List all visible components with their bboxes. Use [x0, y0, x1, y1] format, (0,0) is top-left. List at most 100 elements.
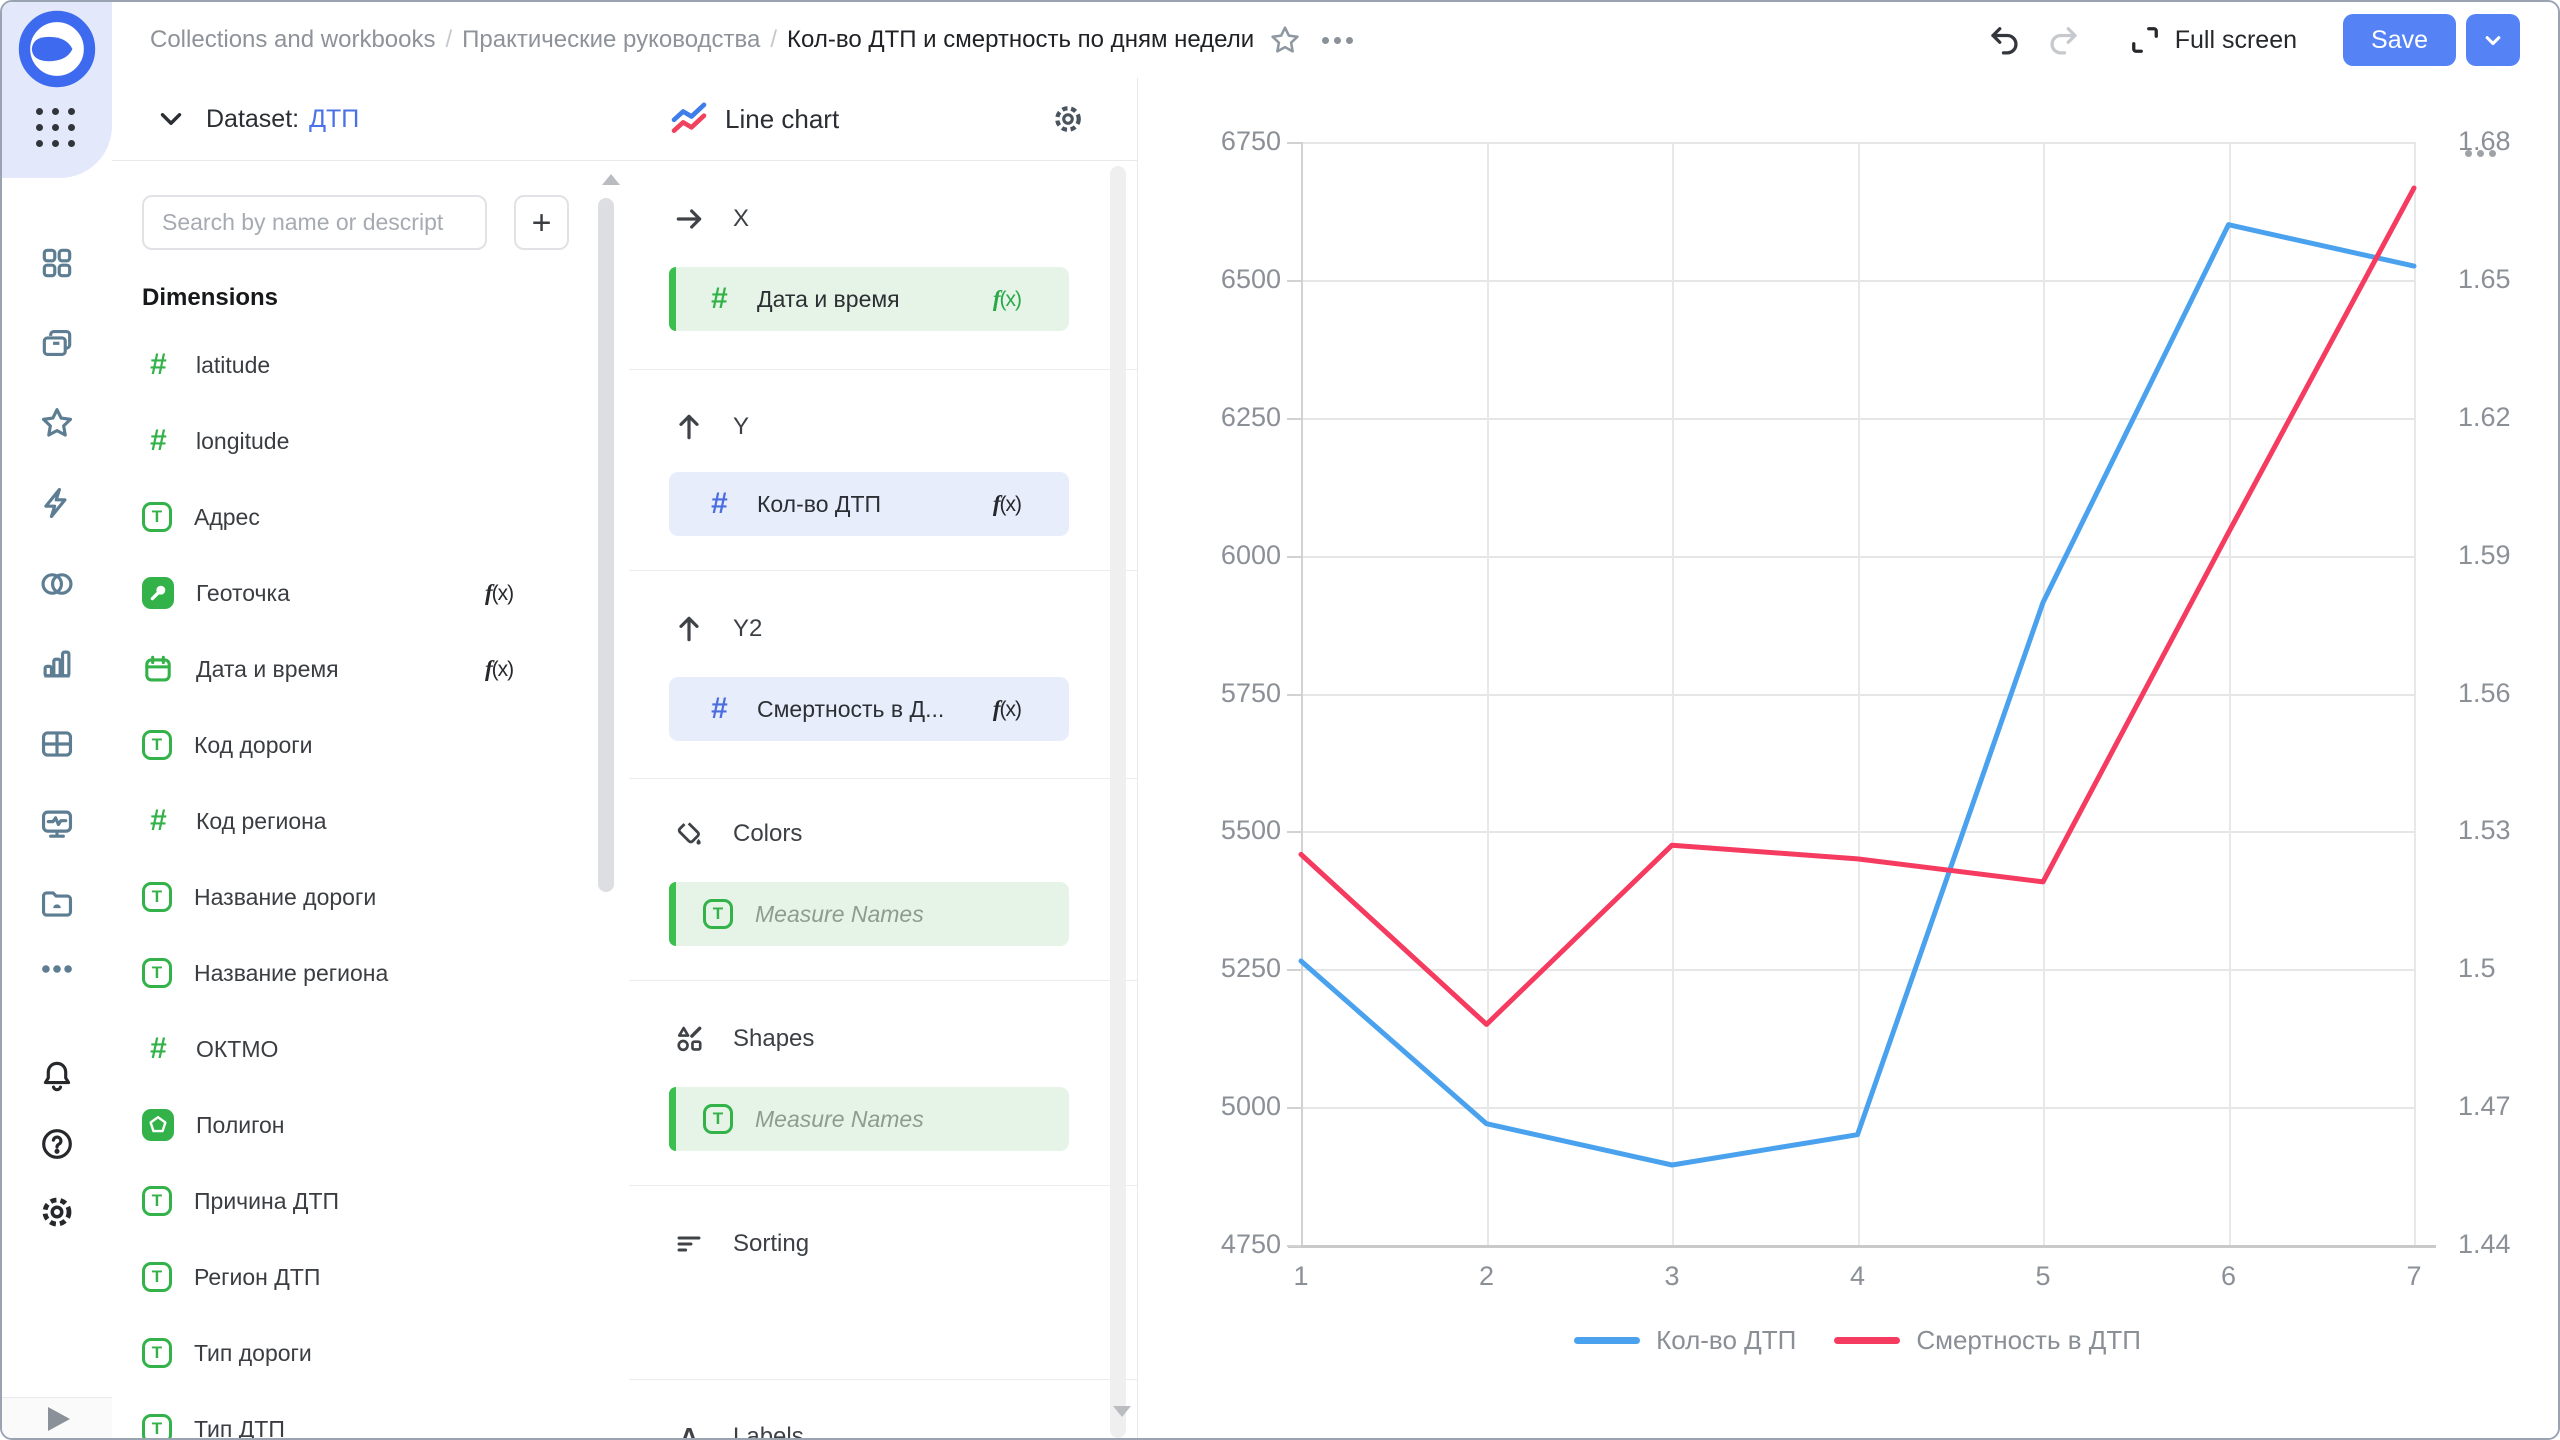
dimension-row-Адрес[interactable]: T Адрес: [112, 485, 629, 549]
y-axis-tick: [1287, 831, 1301, 834]
redo-icon[interactable]: [2045, 22, 2081, 58]
dimension-row-Название дороги[interactable]: T Название дороги: [112, 865, 629, 929]
storage-icon[interactable]: [38, 885, 76, 923]
datalens-logo-icon[interactable]: [18, 10, 96, 88]
undo-icon[interactable]: [1987, 22, 2023, 58]
scroll-up-icon[interactable]: [602, 174, 620, 185]
dimension-label: Тип ДТП: [194, 1415, 285, 1439]
search-row: +: [142, 195, 569, 250]
collections-icon[interactable]: [38, 324, 76, 362]
y-right-tick-label: 1.65: [2458, 263, 2511, 294]
top-bar-actions: Full screen Save: [1987, 14, 2520, 66]
divider: [629, 369, 1137, 370]
save-dropdown-button[interactable]: [2466, 14, 2520, 66]
dataset-scrollbar[interactable]: [598, 198, 614, 892]
x-tick-label: 5: [2035, 1261, 2051, 1291]
expand-panel-icon[interactable]: [48, 1407, 70, 1431]
x-tick-label: 1: [1293, 1261, 1309, 1291]
text-type-icon: T: [703, 1104, 733, 1134]
breadcrumb-guides[interactable]: Практические руководства: [462, 26, 760, 54]
monitoring-icon[interactable]: [38, 805, 76, 843]
more-menu-icon[interactable]: [1322, 36, 1354, 44]
y-right-tick-label: 1.47: [2458, 1091, 2511, 1122]
shelf-shapes-placeholder[interactable]: T Measure Names: [669, 1087, 1069, 1151]
x-tick-label: 7: [2406, 1261, 2422, 1291]
legend-label: Смертность в ДТП: [1916, 1324, 2141, 1355]
dataset-name-link[interactable]: ДТП: [309, 105, 359, 134]
section-x: X: [629, 202, 1137, 236]
chart-type-label[interactable]: Line chart: [725, 104, 839, 135]
dimension-row-longitude[interactable]: # longitude: [112, 409, 629, 473]
y-left-tick-label: 4750: [1220, 1229, 1281, 1259]
help-icon[interactable]: [38, 1125, 76, 1163]
formula-icon: f(x): [485, 580, 514, 605]
search-input[interactable]: [142, 195, 487, 250]
dimension-label: Регион ДТП: [194, 1263, 321, 1290]
section-y-label: Y: [733, 413, 750, 440]
x-tick-label: 4: [1849, 1261, 1866, 1291]
config-scrollbar[interactable]: [1110, 166, 1126, 1438]
connections-icon[interactable]: [38, 484, 76, 522]
charts-icon[interactable]: [38, 645, 76, 683]
hash-icon: #: [149, 804, 167, 837]
top-bar: Collections and workbooks / Практические…: [112, 2, 2558, 79]
y-left-tick-label: 6500: [1220, 263, 1281, 294]
dimension-row-Полигон[interactable]: Полигон: [112, 1093, 629, 1157]
dimension-row-Код региона[interactable]: # Код региона: [112, 789, 629, 853]
hash-icon: #: [710, 487, 728, 520]
favorite-star-icon[interactable]: [1268, 23, 1302, 57]
y-axis-tick: [1287, 142, 1301, 144]
chart-preview-area: 6750 1.68 6500 1.65 6250 1.62 6000 1.59 5750 1.56…: [1138, 78, 2558, 1438]
save-button[interactable]: Save: [2343, 14, 2456, 66]
workbooks-icon[interactable]: [38, 244, 76, 282]
shelf-y2-field-label: Смертность в Д...: [757, 695, 945, 722]
dimension-label: Код региона: [196, 807, 327, 834]
dimension-row-Тип ДТП[interactable]: T Тип ДТП: [112, 1397, 629, 1438]
dashboards-icon[interactable]: [38, 725, 76, 763]
y-axis-tick: [1287, 693, 1301, 696]
text-type-icon: T: [142, 1414, 172, 1438]
notifications-icon[interactable]: [38, 1058, 76, 1096]
line-chart-icon[interactable]: [669, 99, 709, 139]
y-axis-line: [1301, 142, 1303, 1245]
shelf-y2-field[interactable]: # Смертность в Д... f(x): [669, 677, 1069, 741]
section-y2: Y2: [629, 612, 1137, 646]
shelf-y-field-label: Кол-во ДТП: [757, 490, 882, 517]
dimension-row-Регион ДТП[interactable]: T Регион ДТП: [112, 1245, 629, 1309]
apps-grid-icon[interactable]: [36, 108, 78, 150]
chart-context-menu-icon[interactable]: [2465, 150, 2496, 157]
section-y: Y: [629, 410, 1137, 444]
dimension-row-latitude[interactable]: # latitude: [112, 333, 629, 397]
chart-type-header: Line chart: [629, 78, 1137, 161]
breadcrumb-separator: /: [770, 26, 778, 53]
text-type-icon: T: [703, 899, 733, 929]
legend-item-Смертность в ДТП[interactable]: Смертность в ДТП: [1834, 1325, 2141, 1356]
chart-legend: Кол-во ДТП Смертность в ДТП: [1301, 1325, 2414, 1355]
shelf-x-field[interactable]: # Дата и время f(x): [669, 267, 1069, 331]
fullscreen-label[interactable]: Full screen: [2175, 26, 2297, 55]
legend-item-Кол-во ДТП[interactable]: Кол-во ДТП: [1574, 1325, 1796, 1356]
dimension-row-Геоточка[interactable]: Геоточка f(x): [112, 561, 629, 625]
section-x-label: X: [733, 205, 750, 232]
dimension-row-Название региона[interactable]: T Название региона: [112, 941, 629, 1005]
favorites-icon[interactable]: [38, 404, 76, 442]
divider: [629, 1379, 1137, 1380]
dimension-row-ОКТМО[interactable]: # ОКТМО: [112, 1017, 629, 1081]
fullscreen-icon[interactable]: [2127, 22, 2163, 58]
dimension-row-Тип дороги[interactable]: T Тип дороги: [112, 1321, 629, 1385]
breadcrumb-collections[interactable]: Collections and workbooks: [150, 26, 435, 54]
chevron-down-icon[interactable]: [154, 102, 188, 136]
scroll-down-icon[interactable]: [1113, 1406, 1131, 1417]
settings-icon[interactable]: [38, 1193, 76, 1231]
shelf-colors-placeholder[interactable]: T Measure Names: [669, 882, 1069, 946]
more-icon[interactable]: [38, 950, 76, 988]
dimension-row-Причина ДТП[interactable]: T Причина ДТП: [112, 1169, 629, 1233]
chart-settings-gear-icon[interactable]: [1051, 102, 1085, 136]
datasets-icon[interactable]: [38, 565, 76, 603]
shelf-y-field[interactable]: # Кол-во ДТП f(x): [669, 472, 1069, 536]
section-sorting-label: Sorting: [733, 1230, 810, 1257]
add-field-button[interactable]: +: [514, 195, 569, 250]
y-axis-tick: [1287, 1245, 1301, 1247]
dimension-row-Дата и время[interactable]: Дата и время f(x): [112, 637, 629, 701]
dimension-row-Код дороги[interactable]: T Код дороги: [112, 713, 629, 777]
